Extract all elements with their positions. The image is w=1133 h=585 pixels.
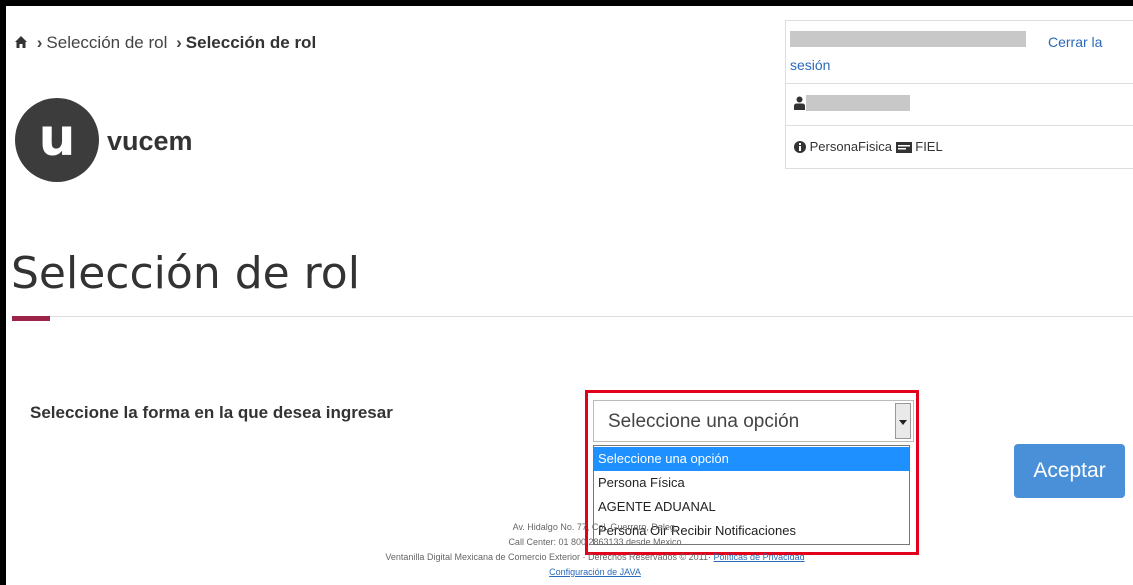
redacted-username xyxy=(790,31,1026,47)
role-option[interactable]: Seleccione una opción xyxy=(594,447,909,471)
page-title: Selección de rol xyxy=(11,248,360,299)
persona-type: PersonaFisica xyxy=(809,139,892,154)
footer-callcenter: Call Center: 01 800 2863133 desde Mexico xyxy=(508,537,682,547)
breadcrumb-item[interactable]: Selección de rol xyxy=(46,33,167,52)
accept-button[interactable]: Aceptar xyxy=(1014,444,1125,498)
title-accent-bar xyxy=(12,316,50,321)
chevron-down-icon[interactable] xyxy=(895,403,911,439)
privacy-link[interactable]: Políticas de Privacidad xyxy=(714,552,805,562)
role-select-label: Seleccione la forma en la que desea ingr… xyxy=(30,403,393,422)
redacted-user-name xyxy=(806,95,910,111)
breadcrumb-separator: › xyxy=(176,33,182,52)
info-circle-icon xyxy=(794,141,806,153)
persona-info: PersonaFisica FIEL xyxy=(794,139,943,154)
logout-link-line2[interactable]: sesión xyxy=(790,54,830,77)
footer-address: Av. Hidalgo No. 77, Col. Guerrero, Deleg… xyxy=(512,522,678,532)
user-row xyxy=(786,83,1133,126)
footer-copyright-text: Ventanilla Digital Mexicana de Comercio … xyxy=(385,552,712,562)
role-row: PersonaFisica FIEL xyxy=(786,125,1133,167)
role-option[interactable]: Persona Física xyxy=(594,471,909,495)
logo-text: vucem xyxy=(107,126,193,156)
breadcrumb-separator: › xyxy=(36,33,43,52)
logout-link-line1[interactable]: Cerrar la xyxy=(1048,31,1102,54)
window-frame-left xyxy=(0,0,6,585)
role-select[interactable]: Seleccione una opción xyxy=(593,400,914,442)
breadcrumb-current: Selección de rol xyxy=(185,33,317,52)
footer-copyright: Ventanilla Digital Mexicana de Comercio … xyxy=(300,550,890,565)
user-icon xyxy=(794,96,805,110)
home-icon[interactable] xyxy=(14,35,28,49)
footer: Av. Hidalgo No. 77, Col. Guerrero, Deleg… xyxy=(300,520,890,580)
role-option[interactable]: AGENTE ADUANAL xyxy=(594,495,909,519)
breadcrumb: › Selección de rol › Selección de rol xyxy=(14,33,316,53)
user-panel: Cerrar la sesión PersonaFisica FIEL xyxy=(785,20,1133,169)
id-card-icon xyxy=(895,142,912,153)
title-divider xyxy=(12,316,1133,317)
role-select-value: Seleccione una opción xyxy=(608,411,800,432)
logo-letter: u xyxy=(38,108,76,168)
footer-java-line: Configuración de JAVA xyxy=(300,565,890,580)
session-row: Cerrar la sesión xyxy=(786,21,1133,84)
window-frame-top xyxy=(0,0,1133,6)
java-config-link[interactable]: Configuración de JAVA xyxy=(549,567,641,577)
cert-type: FIEL xyxy=(915,139,943,154)
